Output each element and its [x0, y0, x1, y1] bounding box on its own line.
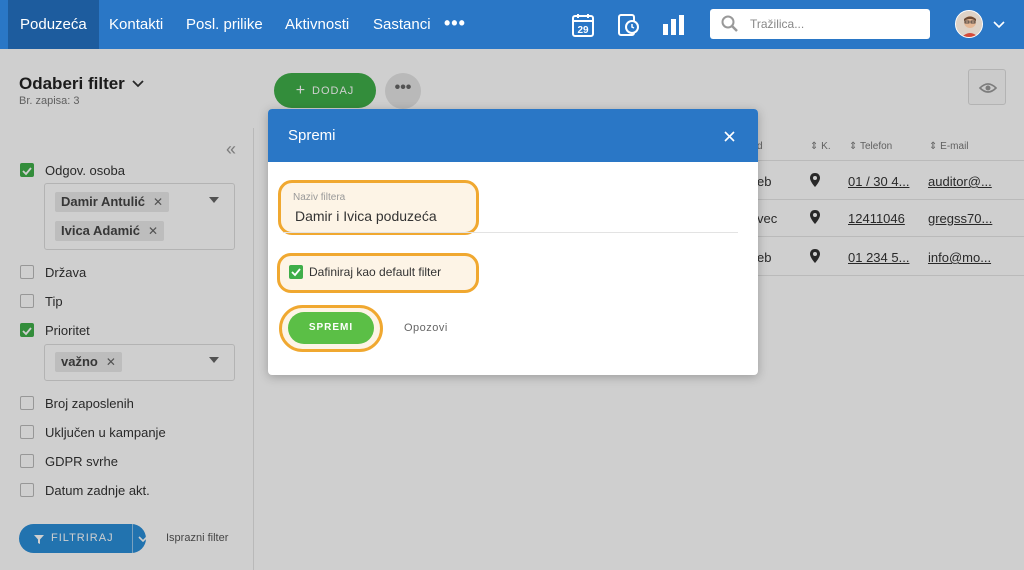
chevron-down-icon[interactable] [991, 16, 1007, 32]
tab-poduzeca[interactable]: Poduzeća [8, 0, 99, 53]
modal-header: Spremi [268, 109, 758, 162]
phone-book-icon[interactable] [615, 12, 641, 38]
tab-posl-prilike[interactable]: Posl. prilike [174, 0, 275, 53]
bar-chart-icon[interactable] [661, 12, 687, 38]
calendar-day: 29 [577, 25, 589, 36]
cancel-link[interactable]: Opozovi [404, 322, 448, 334]
avatar[interactable] [955, 10, 983, 38]
search-placeholder: Tražilica... [750, 17, 805, 31]
filter-name-input[interactable]: Damir i Ivica poduzeća [295, 208, 437, 224]
tab-aktivnosti[interactable]: Aktivnosti [273, 0, 361, 53]
default-filter-label[interactable]: Dafiniraj kao default filter [309, 265, 441, 279]
search-icon [721, 15, 738, 32]
field-underline [283, 232, 738, 233]
check-icon [291, 268, 301, 277]
save-button[interactable]: SPREMI [288, 312, 374, 344]
filter-name-label: Naziv filtera [293, 192, 346, 203]
top-nav: Poduzeća Kontakti Posl. prilike Aktivnos… [0, 0, 1024, 53]
tab-sastanci[interactable]: Sastanci [361, 0, 443, 53]
default-filter-checkbox[interactable] [289, 265, 303, 279]
modal-title: Spremi [288, 127, 336, 144]
calendar-icon[interactable]: 29 [571, 12, 597, 38]
nav-more-icon[interactable]: ••• [444, 0, 466, 49]
close-icon[interactable] [723, 130, 736, 143]
tab-kontakti[interactable]: Kontakti [97, 0, 175, 53]
search-box[interactable]: Tražilica... [710, 9, 930, 39]
